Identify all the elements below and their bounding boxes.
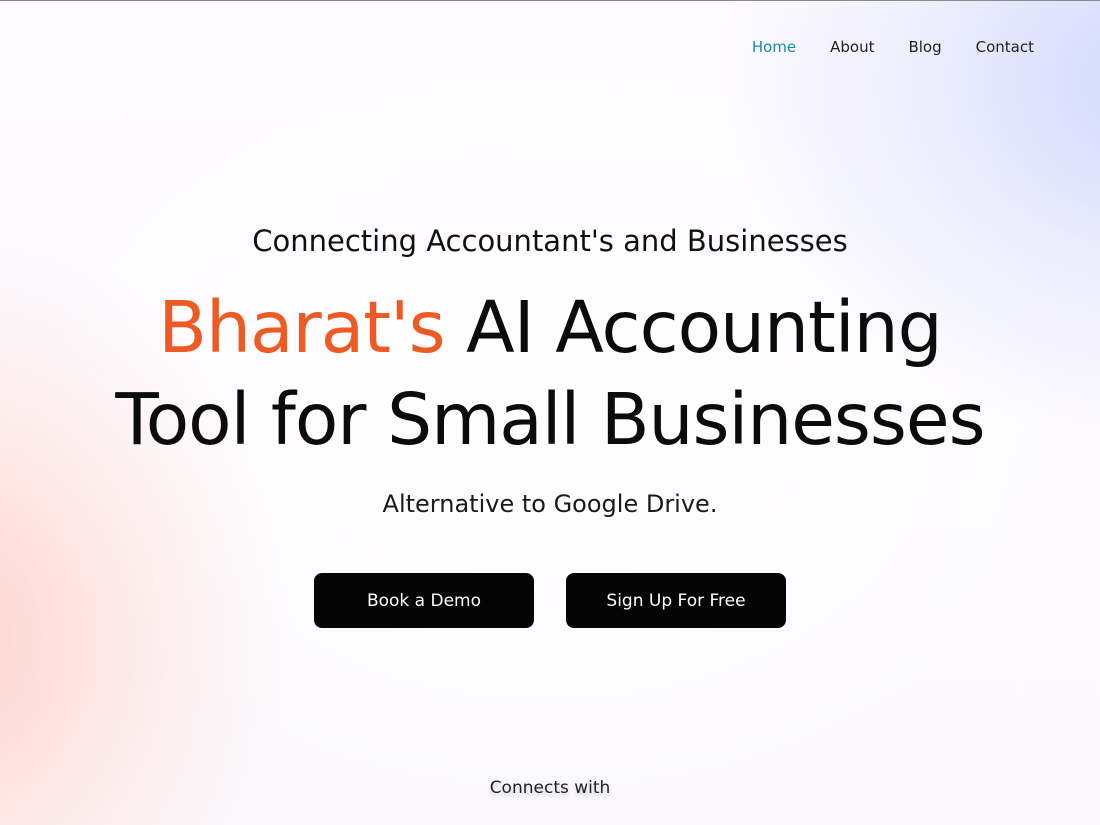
nav-link-contact[interactable]: Contact (976, 38, 1034, 56)
nav-link-about[interactable]: About (830, 38, 874, 56)
hero-headline: Bharat's AI Accounting Tool for Small Bu… (0, 282, 1100, 466)
nav-link-home[interactable]: Home (752, 38, 796, 56)
headline-accent: Bharat's (158, 286, 445, 369)
nav-link-blog[interactable]: Blog (908, 38, 941, 56)
integrations-heading: Connects with (489, 778, 611, 798)
hero-eyebrow: Connecting Accountant's and Businesses (252, 224, 848, 258)
hero-section: Connecting Accountant's and Businesses B… (0, 222, 1100, 520)
headline-line2: Tool for Small Businesses (115, 378, 985, 461)
book-demo-button[interactable]: Book a Demo (314, 573, 534, 628)
main-navigation: Home About Blog Contact (752, 38, 1034, 56)
sign-up-button[interactable]: Sign Up For Free (566, 573, 786, 628)
hero-subtitle: Alternative to Google Drive. (382, 490, 718, 518)
cta-row: Book a Demo Sign Up For Free (0, 573, 1100, 628)
headline-line1-rest: AI Accounting (466, 286, 943, 369)
window-top-border (0, 0, 1100, 1)
